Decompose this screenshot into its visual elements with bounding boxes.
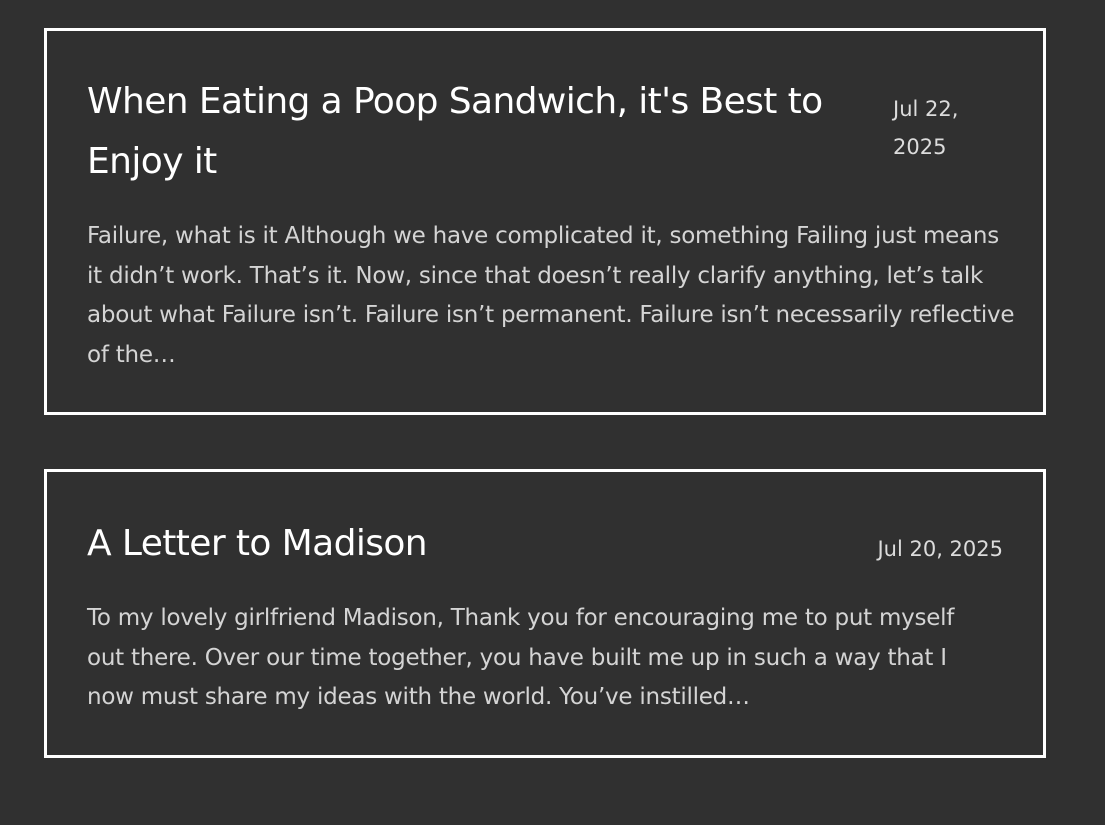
post-date: Jul 22, 2025 bbox=[893, 97, 959, 159]
post-title[interactable]: A Letter to Madison bbox=[87, 514, 787, 574]
post-title[interactable]: When Eating a Poop Sandwich, it's Best t… bbox=[87, 72, 877, 192]
post-feed: When Eating a Poop Sandwich, it's Best t… bbox=[0, 0, 1105, 825]
post-excerpt: To my lovely girlfriend Madison, Thank y… bbox=[87, 605, 955, 710]
post-card[interactable]: A Letter to Madison Jul 20, 2025 To my l… bbox=[44, 469, 1046, 758]
post-card[interactable]: When Eating a Poop Sandwich, it's Best t… bbox=[44, 28, 1046, 415]
post-date: Jul 20, 2025 bbox=[877, 537, 1003, 561]
post-excerpt: Failure, what is it Although we have com… bbox=[87, 223, 1015, 368]
